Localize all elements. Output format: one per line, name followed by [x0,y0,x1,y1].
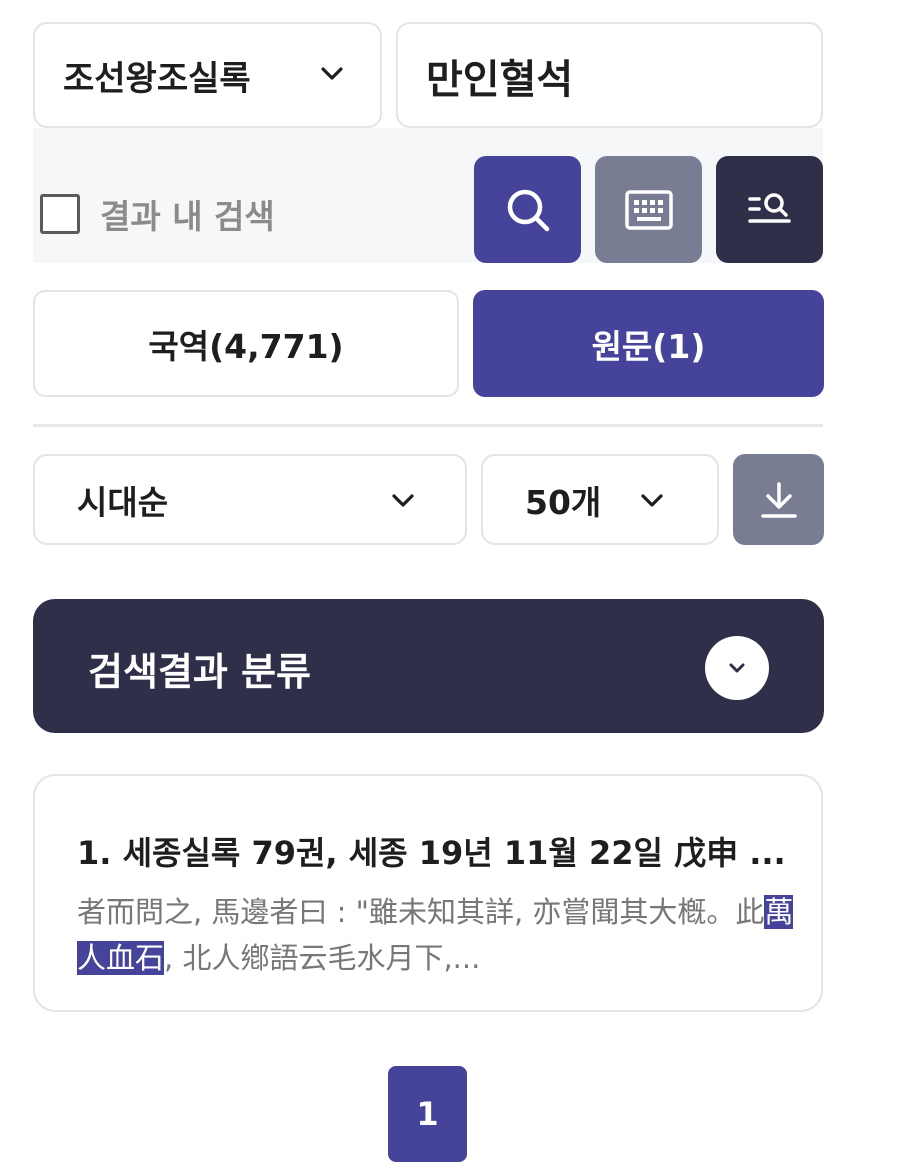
result-card[interactable]: 1. 세종실록 79권, 세종 19년 11월 22일 戊申 ... 者而問之,… [33,774,823,1012]
search-button[interactable] [474,156,581,263]
page-size-value: 50개 [525,482,602,522]
search-icon [507,189,549,231]
search-input[interactable] [426,48,786,104]
chevron-down-icon [392,494,414,507]
result-snippet: 者而問之, 馬邊者曰 : "雖未知其詳, 亦嘗聞其大槪。此萬人血石, 北人鄕語云… [77,889,797,981]
tab-original[interactable]: 원문(1) [473,290,824,397]
keyboard-icon [624,189,673,230]
keyboard-button[interactable] [595,156,702,263]
snippet-text-after: , 北人鄕語云毛水月下,... [164,941,481,975]
detail-search-button[interactable] [716,156,823,263]
snippet-text: 者而問之, 馬邊者曰 : "雖未知其詳, 亦嘗聞其大槪。此 [77,895,765,929]
sort-select-value: 시대순 [77,482,169,522]
search-within-checkbox[interactable]: 결과 내 검색 [40,190,275,238]
category-bar-title: 검색결과 분류 [88,650,311,694]
tab-translation[interactable]: 국역(4,771) [33,290,459,397]
search-within-label: 결과 내 검색 [100,197,275,236]
search-field [396,22,823,128]
divider [33,424,823,427]
page-size-select[interactable]: 50개 [481,454,719,545]
checkbox-box[interactable] [40,194,80,234]
chevron-down-icon [729,663,745,673]
detail-search-icon [747,192,791,223]
chevron-down-icon [641,494,663,507]
chevron-down-icon [321,67,343,80]
pagination-page-current[interactable]: 1 [388,1066,467,1162]
collection-select[interactable]: 조선왕조실록 [33,22,382,128]
collection-select-value: 조선왕조실록 [63,58,251,99]
download-icon [760,481,797,518]
category-toggle[interactable] [705,636,769,700]
result-category-bar[interactable]: 검색결과 분류 [33,599,824,733]
result-title[interactable]: 1. 세종실록 79권, 세종 19년 11월 22일 戊申 ... [77,828,797,874]
download-button[interactable] [733,454,824,545]
sort-select[interactable]: 시대순 [33,454,467,545]
